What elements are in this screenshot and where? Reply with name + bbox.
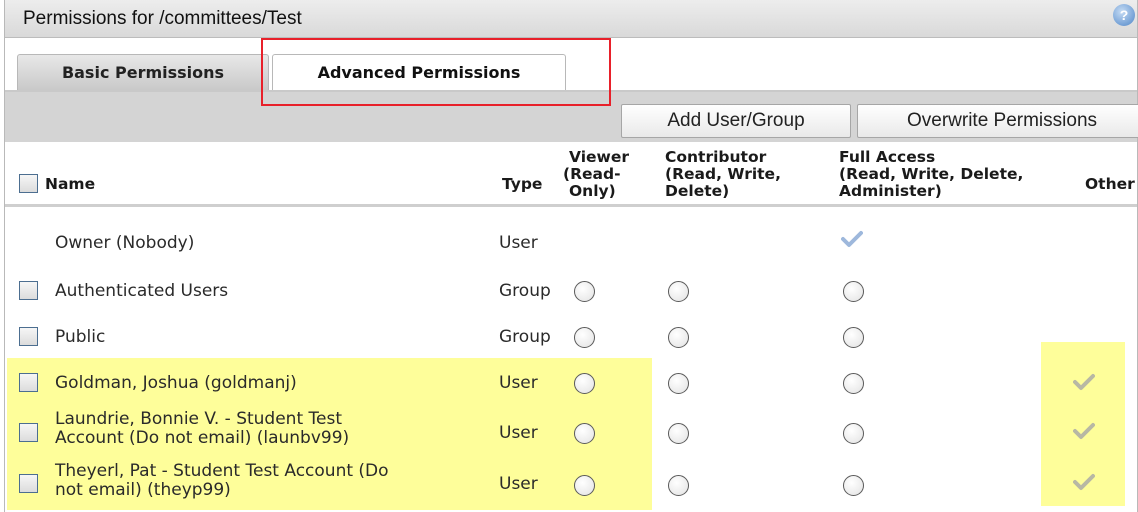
other-check-icon bbox=[1073, 474, 1095, 490]
row-checkbox[interactable] bbox=[19, 474, 38, 493]
header-viewer[interactable]: Viewer (Read- Only) bbox=[563, 149, 629, 200]
full-access-check-icon bbox=[841, 231, 863, 247]
row-name: Public bbox=[55, 327, 106, 347]
header-viewer-line: Viewer bbox=[569, 148, 630, 166]
full-access-radio[interactable] bbox=[843, 281, 864, 302]
row-checkbox[interactable] bbox=[19, 373, 38, 392]
row-type: Group bbox=[499, 281, 551, 301]
row-name-line: Laundrie, Bonnie V. - Student Test bbox=[55, 409, 342, 429]
add-user-group-button[interactable]: Add User/Group bbox=[621, 104, 851, 138]
row-name: Authenticated Users bbox=[55, 281, 229, 301]
full-access-radio[interactable] bbox=[843, 373, 864, 394]
header-full-line: Full Access bbox=[839, 148, 936, 166]
row-name-line: Account (Do not email) (launbv99) bbox=[55, 428, 350, 448]
header-full-line: Administer) bbox=[839, 182, 942, 200]
help-icon[interactable]: ? bbox=[1113, 4, 1135, 26]
row-name: Theyerl, Pat - Student Test Account (Do … bbox=[55, 462, 389, 500]
full-access-radio[interactable] bbox=[843, 423, 864, 444]
row-checkbox[interactable] bbox=[19, 327, 38, 346]
header-viewer-line: (Read- bbox=[563, 165, 621, 183]
row-name: Goldman, Joshua (goldmanj) bbox=[55, 373, 297, 393]
window-titlebar: Permissions for /committees/Test ? bbox=[5, 0, 1137, 38]
row-type: User bbox=[499, 233, 538, 253]
row-checkbox[interactable] bbox=[19, 281, 38, 300]
row-type: User bbox=[499, 474, 538, 494]
permissions-window: Permissions for /committees/Test ? Basic… bbox=[4, 0, 1138, 512]
overwrite-permissions-button[interactable]: Overwrite Permissions bbox=[857, 104, 1138, 138]
row-checkbox[interactable] bbox=[19, 423, 38, 442]
contributor-radio[interactable] bbox=[668, 423, 689, 444]
header-contributor-line: (Read, Write, bbox=[665, 165, 781, 183]
table-row: Public Group bbox=[5, 318, 1137, 358]
row-name: Owner (Nobody) bbox=[55, 233, 195, 253]
row-type: User bbox=[499, 373, 538, 393]
row-name: Laundrie, Bonnie V. - Student Test Accou… bbox=[55, 410, 349, 448]
tab-basic-permissions[interactable]: Basic Permissions bbox=[17, 54, 269, 91]
contributor-radio[interactable] bbox=[668, 281, 689, 302]
header-other[interactable]: Other bbox=[1085, 175, 1135, 193]
table-header: Name Type Viewer (Read- Only) Contributo… bbox=[5, 142, 1137, 208]
header-contributor-line: Delete) bbox=[665, 182, 730, 200]
annotation-highlight-box bbox=[261, 38, 611, 106]
header-contributor-line: Contributor bbox=[665, 148, 767, 166]
viewer-radio[interactable] bbox=[574, 373, 595, 394]
header-viewer-line: Only) bbox=[569, 182, 616, 200]
viewer-radio[interactable] bbox=[574, 281, 595, 302]
contributor-radio[interactable] bbox=[668, 327, 689, 348]
header-name[interactable]: Name bbox=[45, 175, 95, 193]
header-type[interactable]: Type bbox=[502, 175, 542, 193]
other-check-icon bbox=[1073, 374, 1095, 390]
table-row: Laundrie, Bonnie V. - Student Test Accou… bbox=[5, 408, 1137, 458]
table-row: Owner (Nobody) User bbox=[5, 224, 1137, 264]
window-title: Permissions for /committees/Test bbox=[23, 8, 302, 29]
row-name-line: Theyerl, Pat - Student Test Account (Do bbox=[55, 461, 389, 481]
contributor-radio[interactable] bbox=[668, 475, 689, 496]
other-check-icon bbox=[1073, 423, 1095, 439]
table-row: Goldman, Joshua (goldmanj) User bbox=[5, 364, 1137, 404]
header-contributor[interactable]: Contributor (Read, Write, Delete) bbox=[665, 149, 781, 200]
full-access-radio[interactable] bbox=[843, 327, 864, 348]
viewer-radio[interactable] bbox=[574, 423, 595, 444]
row-type: Group bbox=[499, 327, 551, 347]
row-type: User bbox=[499, 423, 538, 443]
viewer-radio[interactable] bbox=[574, 327, 595, 348]
full-access-radio[interactable] bbox=[843, 475, 864, 496]
table-row: Theyerl, Pat - Student Test Account (Do … bbox=[5, 460, 1137, 510]
header-full-line: (Read, Write, Delete, bbox=[839, 165, 1024, 183]
viewer-radio[interactable] bbox=[574, 475, 595, 496]
header-full-access[interactable]: Full Access (Read, Write, Delete, Admini… bbox=[839, 149, 1023, 200]
contributor-radio[interactable] bbox=[668, 373, 689, 394]
select-all-checkbox[interactable] bbox=[19, 174, 38, 193]
table-row: Authenticated Users Group bbox=[5, 272, 1137, 312]
row-name-line: not email) (theyp99) bbox=[55, 480, 231, 500]
